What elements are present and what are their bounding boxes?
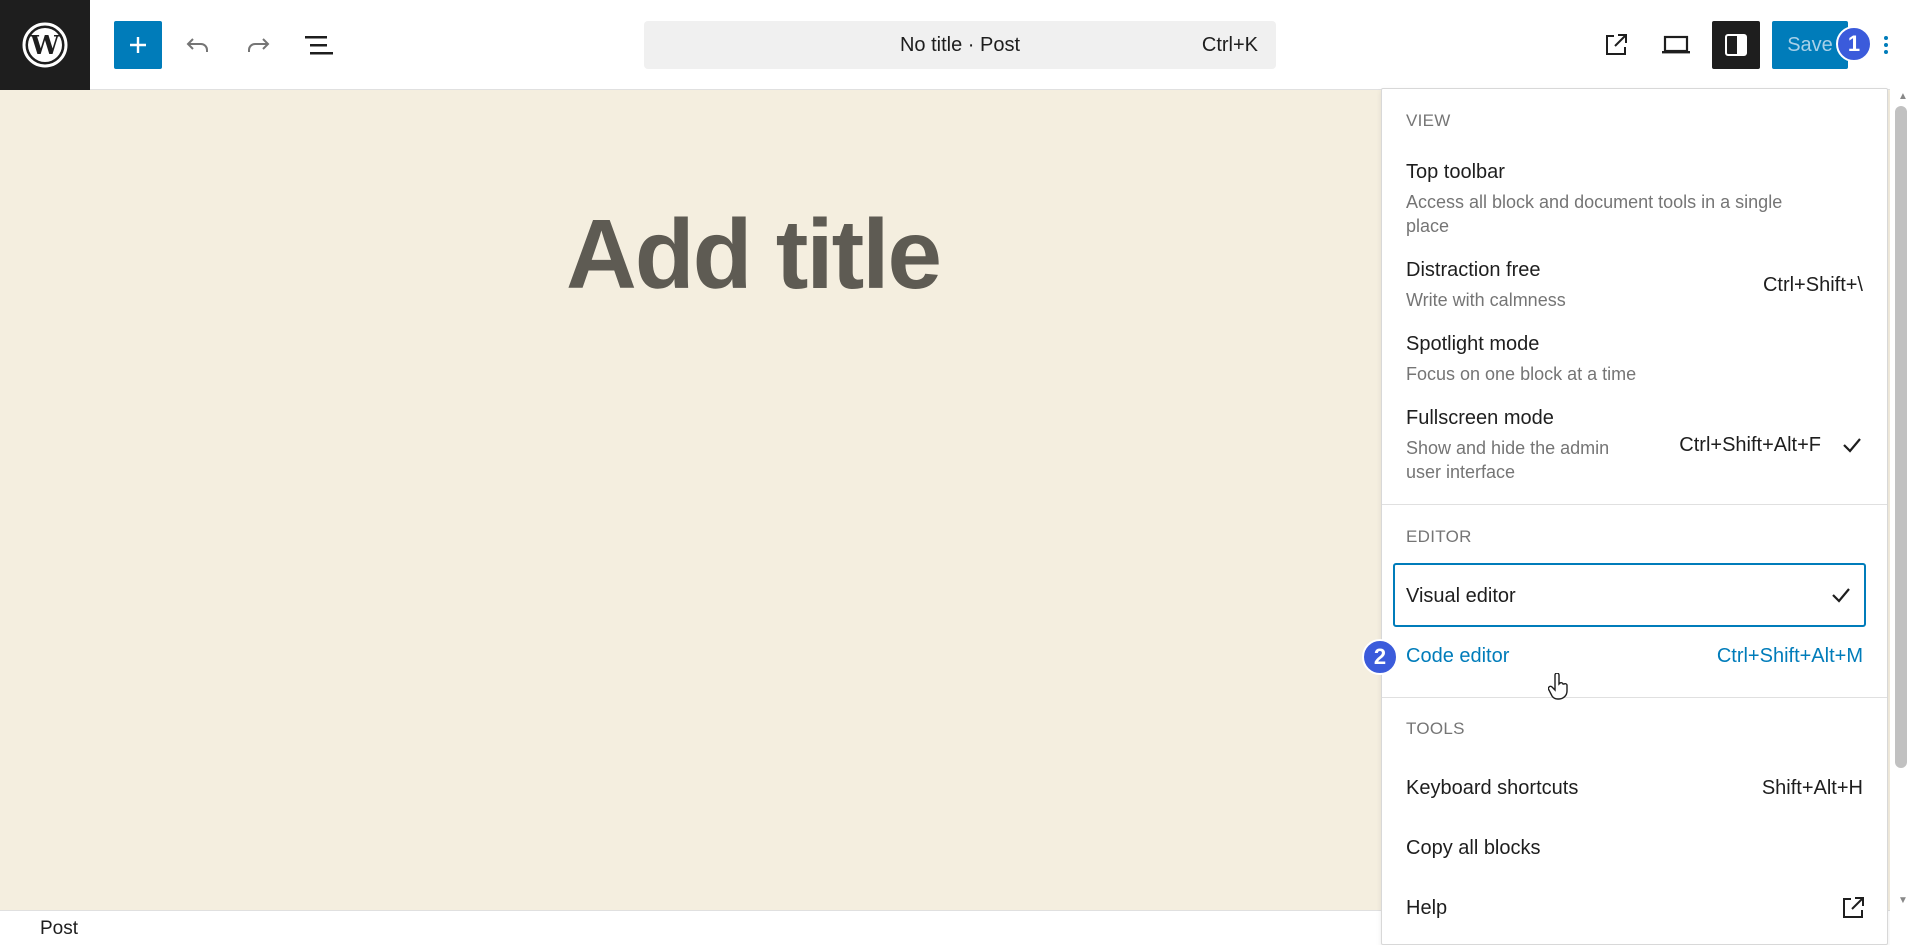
annotation-badge-1: 1: [1836, 26, 1872, 62]
menu-item-title: Fullscreen mode: [1406, 407, 1554, 429]
menu-item-description: Write with calmness: [1406, 290, 1566, 310]
desktop-preview-icon: [1662, 35, 1690, 54]
menu-item-shortcut: Ctrl+Shift+Alt+F: [1679, 434, 1821, 456]
plus-icon: [130, 37, 146, 53]
command-palette-button[interactable]: No title · Post Ctrl+K: [644, 21, 1276, 69]
document-overview-button[interactable]: [294, 21, 342, 69]
view-post-button[interactable]: [1592, 21, 1640, 69]
menu-divider: [1382, 697, 1887, 698]
undo-button[interactable]: [174, 21, 222, 69]
tools-group-label: TOOLS: [1406, 719, 1465, 738]
menu-item-title: Distraction free: [1406, 259, 1541, 281]
menu-item-title: Visual editor: [1406, 585, 1516, 607]
menu-item-title: Help: [1406, 897, 1448, 919]
undo-icon: [186, 38, 208, 52]
menu-item-title: Code editor: [1406, 645, 1510, 667]
scroll-down-arrow-icon[interactable]: ▼: [1898, 895, 1908, 906]
scroll-up-arrow-icon[interactable]: ▲: [1898, 91, 1908, 102]
menu-item-title: Copy all blocks: [1406, 837, 1541, 859]
menu-item-description: Access all block and document tools in a…: [1406, 192, 1783, 212]
editor-header: W No title · Post Ctrl+K Save 1: [0, 0, 1920, 90]
external-link-icon: [1606, 34, 1627, 55]
checkmark-icon: [1832, 588, 1850, 603]
menu-item-shortcut: Ctrl+Shift+\: [1762, 274, 1863, 296]
menu-item-description: Show and hide the admin: [1406, 438, 1610, 458]
hand-cursor-icon: [1548, 673, 1568, 700]
menu-item-shortcut: Shift+Alt+H: [1761, 777, 1863, 799]
menu-item-title: Spotlight mode: [1406, 333, 1540, 355]
wordpress-logo-button[interactable]: W: [0, 0, 90, 90]
view-group-label: VIEW: [1406, 111, 1451, 130]
block-inserter-button[interactable]: [114, 21, 162, 69]
svg-text:W: W: [29, 31, 60, 61]
preview-button[interactable]: [1652, 21, 1700, 69]
post-title-input[interactable]: Add title: [566, 198, 942, 311]
options-dropdown-menu: VIEW Top toolbar Access all block and do…: [1381, 88, 1888, 945]
annotation-badge-2: 2: [1362, 639, 1398, 675]
more-vertical-icon: [1884, 36, 1888, 54]
menu-item-description: user interface: [1406, 462, 1516, 482]
scrollbar-thumb[interactable]: [1895, 106, 1907, 768]
breadcrumb[interactable]: Post: [40, 918, 78, 940]
external-link-icon: [1843, 897, 1864, 918]
wordpress-icon: W: [22, 22, 68, 68]
menu-item-title: Top toolbar: [1406, 161, 1505, 183]
command-shortcut: Ctrl+K: [1201, 34, 1258, 56]
menu-item-title: Keyboard shortcuts: [1406, 777, 1579, 799]
menu-item-description: Focus on one block at a time: [1406, 364, 1637, 384]
menu-item-shortcut: Ctrl+Shift+Alt+M: [1716, 645, 1863, 667]
menu-item-visual-editor[interactable]: Visual editor: [1393, 563, 1866, 627]
settings-sidebar-toggle[interactable]: [1712, 21, 1760, 69]
editor-group-label: EDITOR: [1406, 527, 1472, 546]
menu-divider: [1382, 504, 1887, 505]
document-title: No title · Post: [899, 34, 1021, 56]
redo-icon: [248, 38, 270, 52]
menu-item-description: place: [1406, 216, 1450, 236]
options-menu-button[interactable]: [1874, 21, 1898, 69]
list-view-icon: [305, 36, 333, 55]
redo-button[interactable]: [234, 21, 282, 69]
checkmark-icon: [1843, 438, 1861, 453]
sidebar-icon: [1725, 34, 1747, 56]
